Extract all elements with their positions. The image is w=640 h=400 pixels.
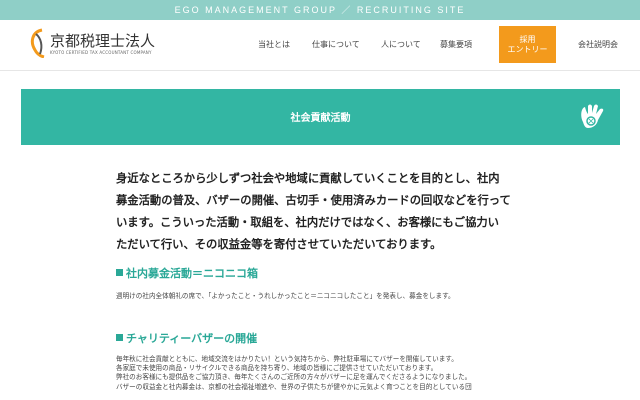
- intro-paragraph: 身近なところから少しずつ社会や地域に貢献していくことを目的とし、社内 募金活動の…: [116, 168, 526, 256]
- nav-about-work[interactable]: 仕事について: [312, 39, 360, 50]
- section-heading-bazaar: チャリティーバザーの開催: [116, 330, 257, 346]
- page-banner: 社会貢献活動: [21, 89, 620, 145]
- section-heading-donation: 社内募金活動＝ニコニコ箱: [116, 265, 258, 281]
- entry-button[interactable]: 採用 エントリー: [499, 26, 556, 63]
- square-bullet-icon: [116, 334, 123, 341]
- page-title: 社会貢献活動: [290, 113, 351, 124]
- site-topbar: EGO MANAGEMENT GROUP ／ RECRUITING SITE: [0, 0, 640, 20]
- square-bullet-icon: [116, 269, 123, 276]
- section-body-bazaar: 毎年秋に社会貢献とともに、地域交流をはかりたい！という気持ちから、弊社駐車場にて…: [116, 355, 472, 392]
- nav-job-requirements[interactable]: 募集要項: [440, 39, 472, 50]
- entry-button-line2: エントリー: [507, 45, 548, 54]
- body-line: 週明けの社内全体朝礼の席で、「よかったこと・うれしかったこと＝ニコニコしたこと」…: [116, 292, 455, 300]
- nav-about-company[interactable]: 当社とは: [258, 39, 290, 50]
- body-line: 弊社のお客様にも提供品をご協力頂き、毎年たくさんのご近所の方々がバザーに足を運ん…: [116, 373, 472, 382]
- site-header: 京都税理士法人 KYOTO CERTIFIED TAX ACCOUNTANT C…: [0, 20, 640, 71]
- logo-title: 京都税理士法人: [50, 32, 156, 50]
- section-heading-text: チャリティーバザーの開催: [126, 332, 258, 345]
- section-body-donation: 週明けの社内全体朝礼の席で、「よかったこと・うれしかったこと＝ニコニコしたこと」…: [116, 292, 455, 301]
- nav-info-session[interactable]: 会社説明会: [578, 39, 618, 50]
- logo-swoosh-icon: [30, 28, 45, 58]
- body-line: バザーの収益金と社内募金は、京都の社会福祉増進や、世界の子供たちが健やかに元気よ…: [116, 382, 472, 391]
- intro-line: 募金活動の普及、バザーの開催、古切手・使用済みカードの回収などを行って: [116, 194, 511, 207]
- company-logo[interactable]: 京都税理士法人 KYOTO CERTIFIED TAX ACCOUNTANT C…: [28, 28, 168, 62]
- entry-button-line1: 採用: [519, 35, 536, 44]
- baseball-glove-icon: [581, 104, 604, 128]
- intro-line: 身近なところから少しずつ社会や地域に貢献していくことを目的とし、社内: [116, 172, 500, 185]
- body-line: 毎年秋に社会貢献とともに、地域交流をはかりたい！という気持ちから、弊社駐車場にて…: [116, 355, 458, 363]
- nav-about-people[interactable]: 人について: [381, 39, 421, 50]
- intro-line: ただいて行い、その収益金等を寄付させていただいております。: [116, 238, 442, 251]
- intro-line: います。こういった活動・取組を、社内だけではなく、お客様にもご協力い: [116, 216, 499, 229]
- logo-subtitle: KYOTO CERTIFIED TAX ACCOUNTANT COMPANY: [50, 50, 152, 55]
- section-heading-text: 社内募金活動＝ニコニコ箱: [126, 267, 258, 280]
